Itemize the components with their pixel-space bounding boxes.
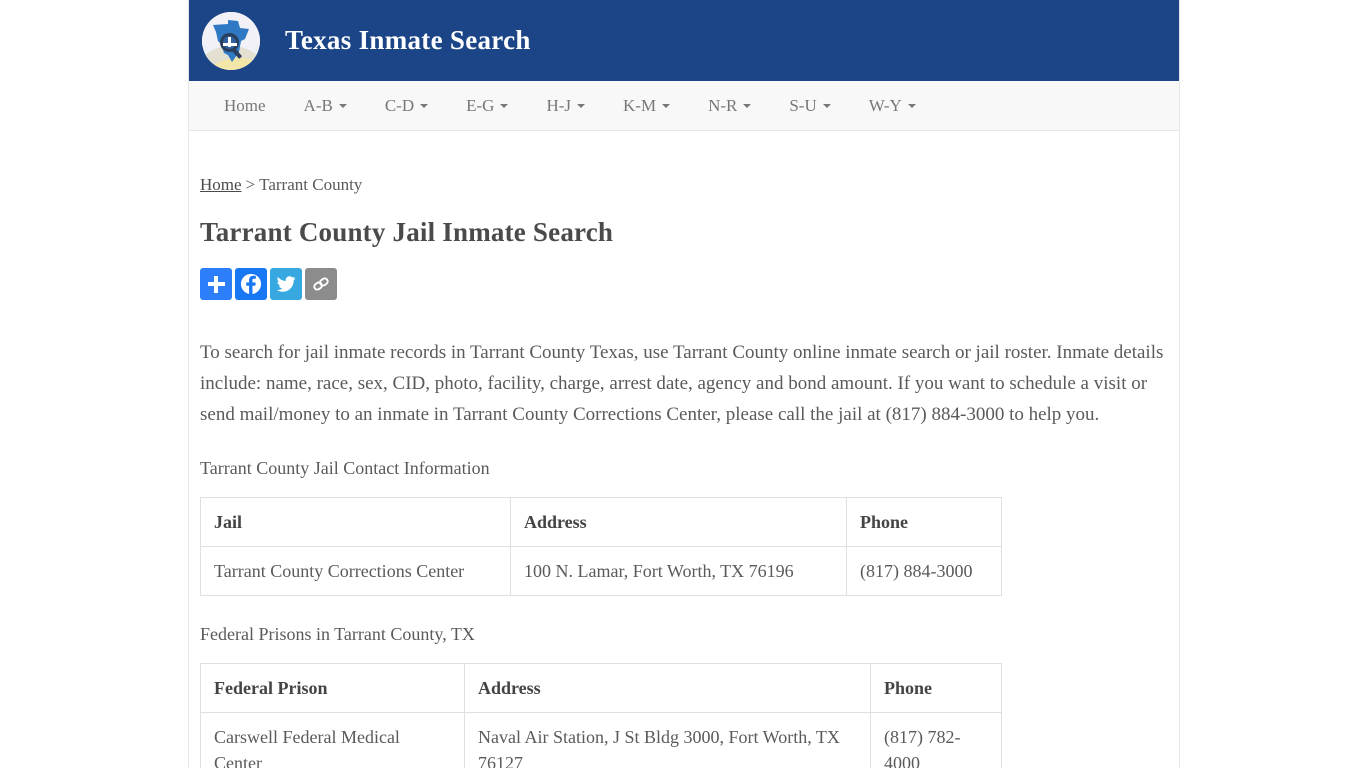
column-header-jail: Jail bbox=[200, 497, 511, 547]
breadcrumb-current: Tarrant County bbox=[259, 175, 363, 194]
nav-item-label: S-U bbox=[789, 95, 817, 115]
column-header-phone: Phone bbox=[846, 497, 1002, 547]
column-header-phone: Phone bbox=[870, 663, 1002, 713]
table-header-row: Federal Prison Address Phone bbox=[200, 663, 1002, 713]
chevron-down-icon bbox=[500, 103, 509, 108]
breadcrumb-link-home[interactable]: Home bbox=[200, 175, 242, 194]
share-buttons bbox=[200, 268, 1167, 300]
nav-item-label: W-Y bbox=[868, 95, 902, 115]
chevron-down-icon bbox=[338, 103, 347, 108]
breadcrumb-separator: > bbox=[245, 175, 256, 194]
twitter-bird-icon bbox=[276, 276, 296, 292]
share-twitter-button[interactable] bbox=[270, 268, 302, 300]
page-container: Texas Inmate Search Home A-B C-D E-G H-J… bbox=[188, 0, 1180, 768]
nav-item-label: N-R bbox=[708, 95, 738, 115]
facebook-icon bbox=[240, 273, 262, 295]
nav-item-c-d[interactable]: C-D bbox=[366, 81, 447, 131]
nav-item-home[interactable]: Home bbox=[205, 81, 285, 131]
cell-prison-address: Naval Air Station, J St Bldg 3000, Fort … bbox=[464, 712, 871, 768]
nav-item-w-y[interactable]: W-Y bbox=[850, 81, 935, 131]
federal-prisons-table: Federal Prison Address Phone Carswell Fe… bbox=[200, 663, 1002, 768]
cell-jail-name: Tarrant County Corrections Center bbox=[200, 546, 511, 596]
main-content: Home > Tarrant County Tarrant County Jail … bbox=[189, 175, 1179, 768]
nav-item-n-r[interactable]: N-R bbox=[689, 81, 770, 131]
chevron-down-icon bbox=[662, 103, 671, 108]
column-header-federal-prison: Federal Prison bbox=[200, 663, 465, 713]
site-header: Texas Inmate Search bbox=[189, 0, 1179, 81]
nav-item-k-m[interactable]: K-M bbox=[604, 81, 689, 131]
jail-section-label: Tarrant County Jail Contact Information bbox=[200, 458, 490, 478]
chevron-down-icon bbox=[743, 103, 752, 108]
chevron-down-icon bbox=[907, 103, 916, 108]
table-header-row: Jail Address Phone bbox=[200, 497, 1002, 547]
nav-item-a-b[interactable]: A-B bbox=[285, 81, 366, 131]
nav-item-label: A-B bbox=[303, 95, 333, 115]
plus-icon bbox=[207, 275, 225, 293]
cell-prison-name: Carswell Federal Medical Center bbox=[200, 712, 465, 768]
breadcrumb: Home > Tarrant County bbox=[200, 175, 1167, 195]
nav-item-label: C-D bbox=[384, 95, 415, 115]
table-row: Carswell Federal Medical Center Naval Ai… bbox=[200, 712, 1002, 768]
jail-contact-table: Jail Address Phone Tarrant County Correc… bbox=[200, 497, 1002, 596]
site-title: Texas Inmate Search bbox=[285, 25, 531, 55]
chevron-down-icon bbox=[577, 103, 585, 108]
nav-item-label: Home bbox=[224, 95, 266, 115]
share-facebook-button[interactable] bbox=[235, 268, 267, 300]
texas-map-magnifier-logo-icon[interactable] bbox=[202, 11, 260, 70]
nav-item-label: E-G bbox=[466, 95, 495, 115]
intro-paragraph: To search for jail inmate records in Tar… bbox=[200, 342, 1164, 425]
chevron-down-icon bbox=[822, 103, 831, 108]
page-title: Tarrant County Jail Inmate Search bbox=[200, 217, 614, 247]
nav-item-label: K-M bbox=[623, 95, 657, 115]
nav-item-s-u[interactable]: S-U bbox=[770, 81, 849, 131]
column-header-address: Address bbox=[464, 663, 871, 713]
cell-prison-phone: (817) 782-4000 bbox=[870, 712, 1002, 768]
share-addthis-button[interactable] bbox=[200, 268, 232, 300]
federal-section-label: Federal Prisons in Tarrant County, TX bbox=[200, 624, 475, 644]
table-row: Tarrant County Corrections Center 100 N.… bbox=[200, 546, 1002, 596]
share-copy-link-button[interactable] bbox=[305, 268, 337, 300]
cell-jail-phone: (817) 884-3000 bbox=[846, 546, 1002, 596]
nav-item-e-g[interactable]: E-G bbox=[447, 81, 527, 131]
chain-link-icon bbox=[313, 277, 329, 291]
column-header-address: Address bbox=[510, 497, 847, 547]
cell-jail-address: 100 N. Lamar, Fort Worth, TX 76196 bbox=[510, 546, 847, 596]
chevron-down-icon bbox=[420, 103, 429, 108]
nav-item-h-j[interactable]: H-J bbox=[527, 81, 604, 131]
main-navigation: Home A-B C-D E-G H-J K-M N-R S-U W-Y bbox=[189, 81, 1179, 131]
nav-item-label: H-J bbox=[546, 95, 571, 115]
